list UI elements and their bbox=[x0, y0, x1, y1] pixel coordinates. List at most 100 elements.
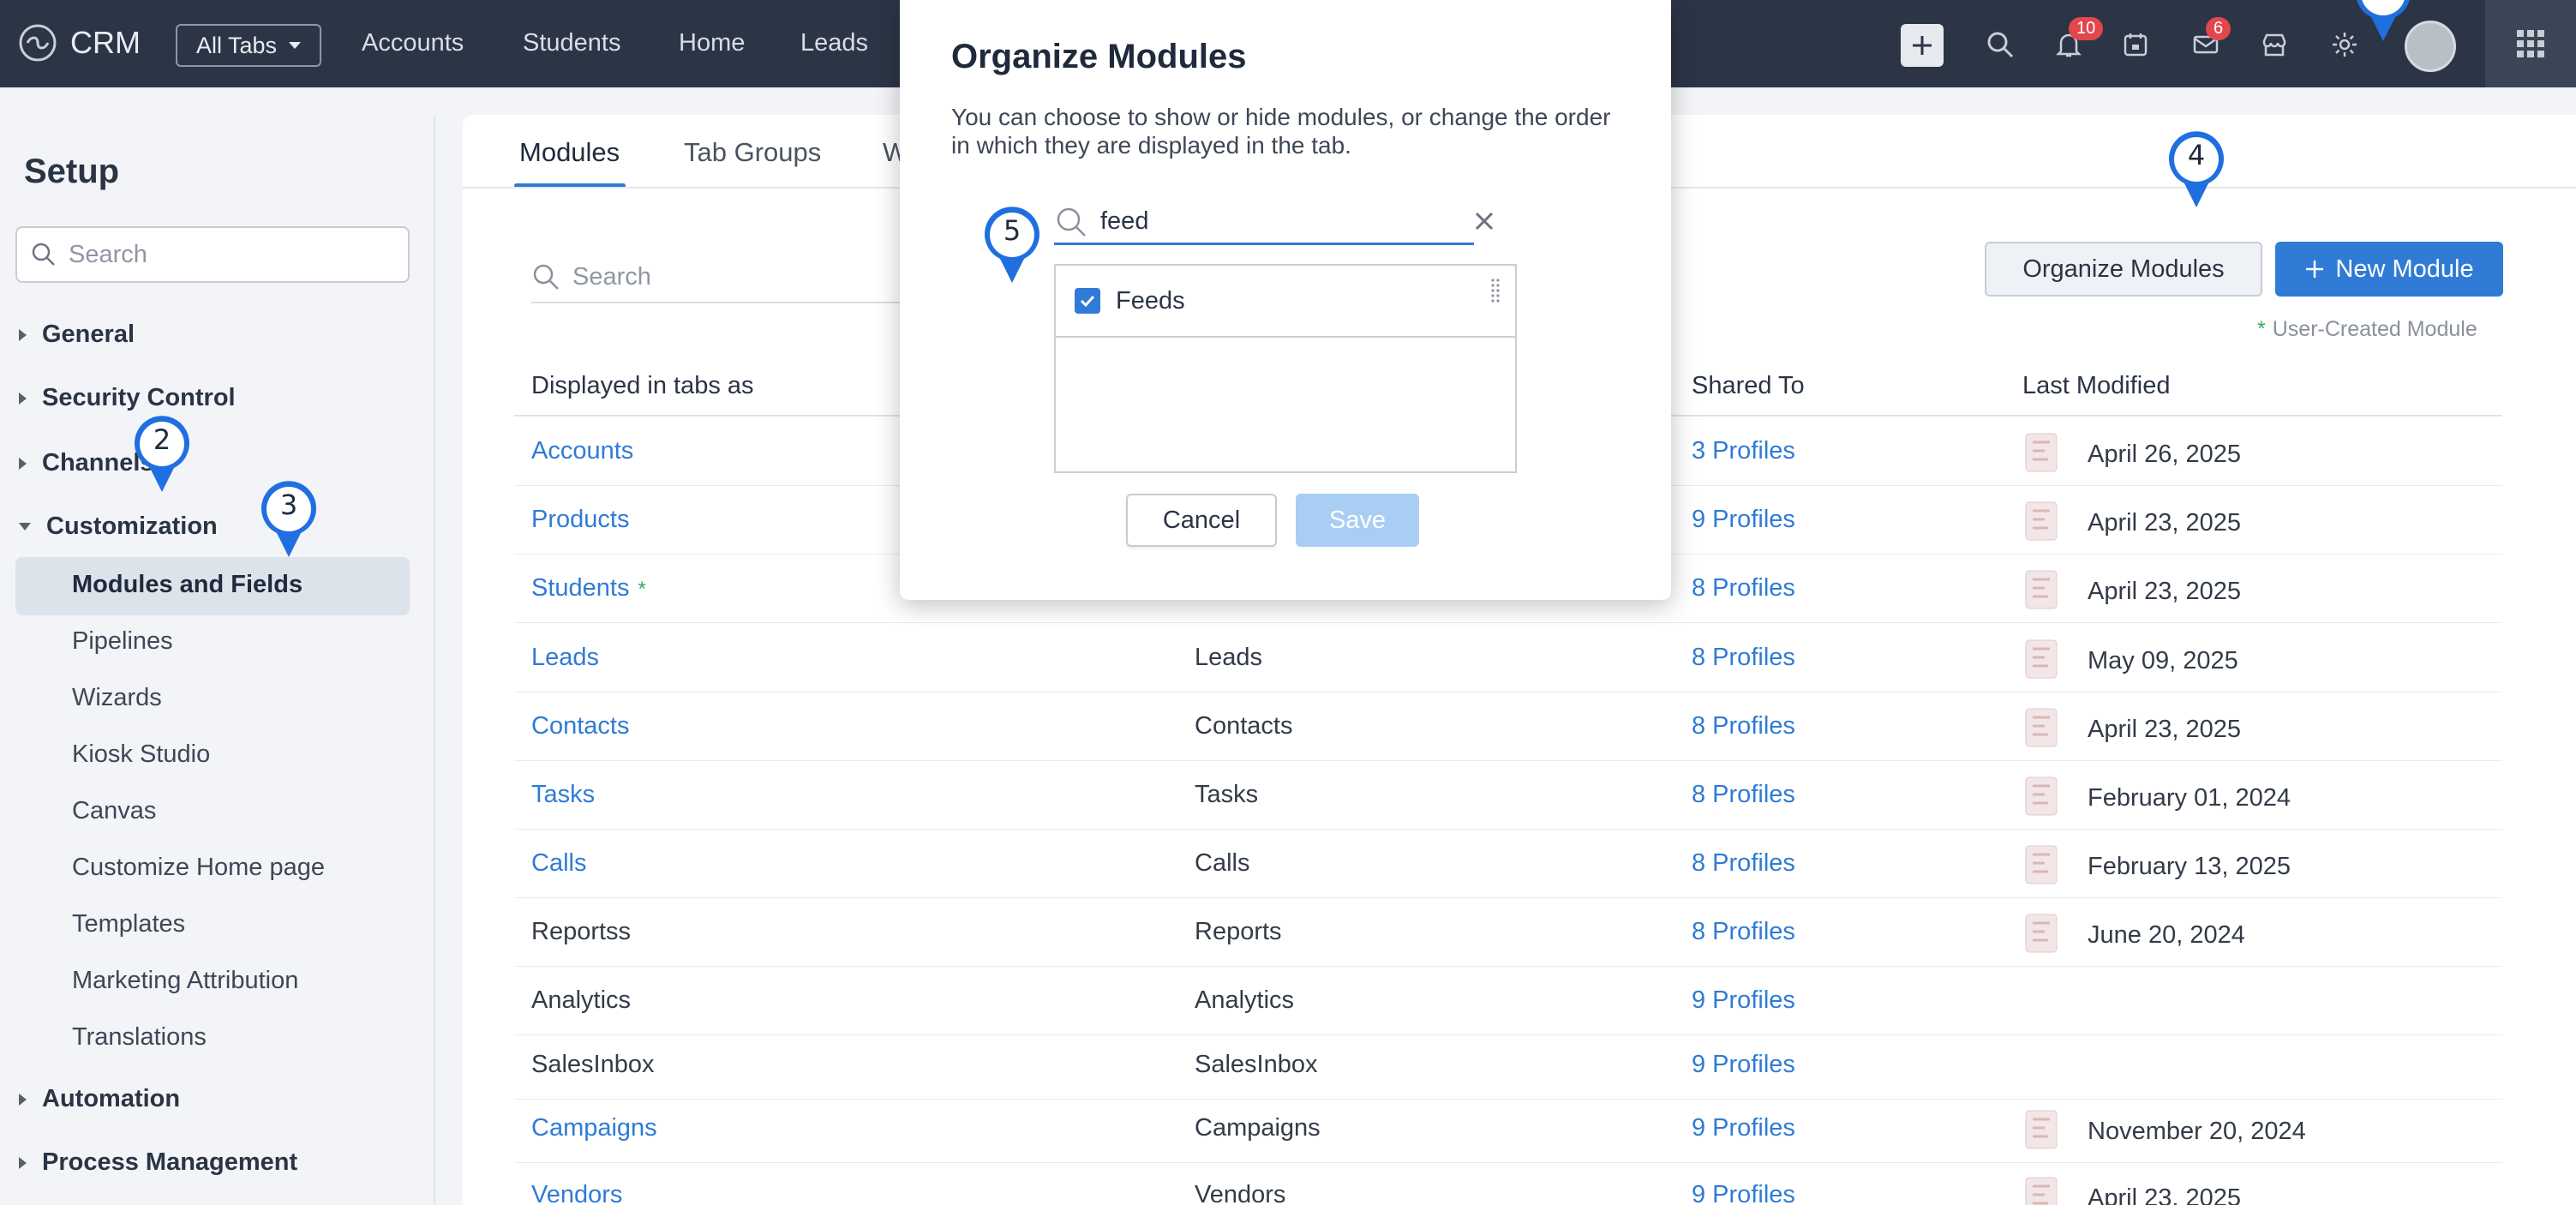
plus-icon bbox=[2306, 261, 2324, 278]
modified-by-avatar-icon bbox=[2025, 914, 2058, 953]
chevron-down-icon bbox=[289, 42, 302, 49]
sidebar-section-process-management[interactable]: Process Management bbox=[19, 1148, 297, 1177]
table-row-shared-to[interactable]: 8 Profiles bbox=[1692, 644, 1795, 672]
table-row-tab-name[interactable]: Vendors bbox=[531, 1181, 622, 1205]
tab-name-text: Calls bbox=[531, 849, 587, 877]
drag-handle-icon[interactable] bbox=[1489, 278, 1501, 303]
sidebar-item-customize-home-page[interactable]: Customize Home page bbox=[72, 854, 325, 882]
table-row-shared-to[interactable]: 8 Profiles bbox=[1692, 712, 1795, 740]
checkbox-checked[interactable] bbox=[1075, 288, 1100, 314]
tab-name-text: SalesInbox bbox=[531, 1051, 655, 1078]
table-row-module-name: Vendors bbox=[1195, 1181, 1286, 1205]
table-row-tab-name[interactable]: Calls bbox=[531, 849, 586, 878]
dialog-search-value: feed bbox=[1100, 207, 1149, 235]
sidebar-item-wizards[interactable]: Wizards bbox=[72, 684, 162, 712]
table-row-shared-to[interactable]: 9 Profiles bbox=[1692, 506, 1795, 534]
table-row-shared-to[interactable]: 9 Profiles bbox=[1692, 1181, 1795, 1205]
sidebar-section-automation[interactable]: Automation bbox=[19, 1085, 180, 1113]
table-row-module-name: Campaigns bbox=[1195, 1114, 1321, 1142]
tab-name-text: Campaigns bbox=[531, 1114, 657, 1142]
clear-search-icon[interactable] bbox=[1465, 202, 1503, 240]
tab-name-text: Analytics bbox=[531, 986, 632, 1014]
save-button[interactable]: Save bbox=[1296, 494, 1419, 547]
all-tabs-dropdown[interactable]: All Tabs bbox=[176, 24, 322, 67]
tab-name-text: Contacts bbox=[531, 712, 630, 740]
row-divider bbox=[514, 1099, 2502, 1100]
table-row-shared-to[interactable]: 8 Profiles bbox=[1692, 574, 1795, 602]
setup-title: Setup bbox=[24, 153, 120, 190]
sidebar-section-general[interactable]: General bbox=[19, 321, 135, 349]
tab-name-text: Products bbox=[531, 506, 630, 533]
table-row-tab-name[interactable]: Products bbox=[531, 506, 629, 534]
nav-tab-accounts[interactable]: Accounts bbox=[362, 29, 464, 57]
sidebar-search-input[interactable]: Search bbox=[15, 226, 410, 283]
table-row-shared-to[interactable]: 8 Profiles bbox=[1692, 918, 1795, 946]
table-row-last-modified: May 09, 2025 bbox=[2088, 647, 2238, 674]
search-icon bbox=[533, 264, 559, 290]
sidebar-item-modules-and-fields[interactable]: Modules and Fields bbox=[72, 571, 303, 599]
tab-name-text: Leads bbox=[531, 644, 600, 671]
table-row-tab-name[interactable]: Tasks bbox=[531, 781, 595, 809]
organize-modules-dialog: Organize Modules You can choose to show … bbox=[900, 0, 1671, 600]
nav-tab-students[interactable]: Students bbox=[523, 29, 620, 57]
table-row-shared-to[interactable]: 3 Profiles bbox=[1692, 437, 1795, 465]
nav-tab-leads[interactable]: Leads bbox=[800, 29, 868, 57]
organize-modules-button[interactable]: Organize Modules bbox=[1985, 242, 2262, 297]
caret-right-icon bbox=[19, 457, 27, 470]
table-row-tab-name[interactable]: Students * bbox=[531, 574, 646, 602]
step-marker-4: 4 bbox=[2163, 127, 2230, 209]
list-item[interactable]: Feeds bbox=[1056, 266, 1515, 338]
table-row-shared-to[interactable]: 9 Profiles bbox=[1692, 986, 1795, 1015]
sidebar-section-label: Process Management bbox=[42, 1148, 298, 1176]
crm-logo[interactable]: CRM bbox=[17, 22, 141, 63]
caret-right-icon bbox=[19, 1156, 27, 1169]
calendar-icon bbox=[2124, 33, 2148, 57]
new-module-button[interactable]: New Module bbox=[2275, 242, 2503, 297]
table-row-tab-name: Analytics bbox=[531, 986, 631, 1015]
table-row-shared-to[interactable]: 9 Profiles bbox=[1692, 1114, 1795, 1142]
list-item-label: Feeds bbox=[1116, 286, 1185, 315]
cancel-button[interactable]: Cancel bbox=[1126, 494, 1277, 547]
sidebar-item-marketing-attribution[interactable]: Marketing Attribution bbox=[72, 967, 298, 995]
nav-tab-home[interactable]: Home bbox=[679, 29, 745, 57]
sidebar-item-translations[interactable]: Translations bbox=[72, 1023, 207, 1052]
tab-modules[interactable]: Modules bbox=[519, 137, 620, 168]
app-name: CRM bbox=[70, 25, 141, 60]
marketplace-button[interactable] bbox=[2255, 26, 2293, 63]
search-button[interactable] bbox=[1981, 26, 2019, 63]
modified-by-avatar-icon bbox=[2025, 776, 2058, 816]
step-marker-label: 4 bbox=[2187, 139, 2206, 171]
table-row-shared-to[interactable]: 9 Profiles bbox=[1692, 1051, 1795, 1079]
calendar-button[interactable] bbox=[2117, 26, 2154, 63]
table-row-tab-name[interactable]: Accounts bbox=[531, 437, 633, 465]
new-module-label: New Module bbox=[2335, 255, 2474, 283]
apps-menu-button[interactable] bbox=[2485, 0, 2576, 87]
sidebar-section-label: Automation bbox=[42, 1085, 181, 1112]
table-row-tab-name[interactable]: Campaigns bbox=[531, 1114, 657, 1142]
dialog-search-input[interactable]: feed bbox=[1054, 201, 1474, 245]
quick-create-button[interactable] bbox=[1901, 24, 1944, 67]
sidebar-section-customization[interactable]: Customization bbox=[19, 513, 218, 541]
table-row-tab-name[interactable]: Leads bbox=[531, 644, 599, 672]
sidebar-item-pipelines[interactable]: Pipelines bbox=[72, 627, 173, 656]
table-row-last-modified: April 23, 2025 bbox=[2088, 578, 2241, 605]
column-header-displayed-in-tabs-as: Displayed in tabs as bbox=[531, 372, 754, 399]
table-row-last-modified: April 23, 2025 bbox=[2088, 716, 2241, 743]
table-row-tab-name[interactable]: Contacts bbox=[531, 712, 629, 740]
modified-by-avatar-icon bbox=[2025, 501, 2058, 541]
step-marker-5: 5 bbox=[979, 202, 1045, 285]
table-row-module-name: Reports bbox=[1195, 918, 1282, 945]
sidebar-item-canvas[interactable]: Canvas bbox=[72, 797, 156, 825]
modified-by-avatar-icon bbox=[2025, 1177, 2058, 1205]
sidebar-section-security-control[interactable]: Security Control bbox=[19, 384, 236, 412]
modified-by-avatar-icon bbox=[2025, 708, 2058, 747]
sidebar-item-kiosk-studio[interactable]: Kiosk Studio bbox=[72, 740, 210, 769]
modified-by-avatar-icon bbox=[2025, 639, 2058, 679]
tab-tab-groups[interactable]: Tab Groups bbox=[684, 137, 821, 168]
step-marker-label: 1 bbox=[2350, 0, 2417, 5]
sidebar-item-templates[interactable]: Templates bbox=[72, 910, 185, 938]
row-divider bbox=[514, 760, 2502, 761]
table-row-shared-to[interactable]: 8 Profiles bbox=[1692, 849, 1795, 878]
sidebar-section-label: Security Control bbox=[42, 384, 236, 411]
table-row-shared-to[interactable]: 8 Profiles bbox=[1692, 781, 1795, 809]
